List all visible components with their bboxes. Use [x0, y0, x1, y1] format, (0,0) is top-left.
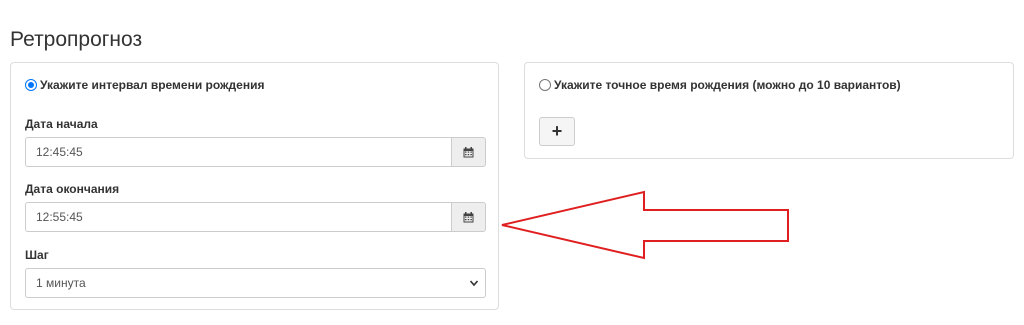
red-arrow-annotation — [501, 190, 789, 260]
